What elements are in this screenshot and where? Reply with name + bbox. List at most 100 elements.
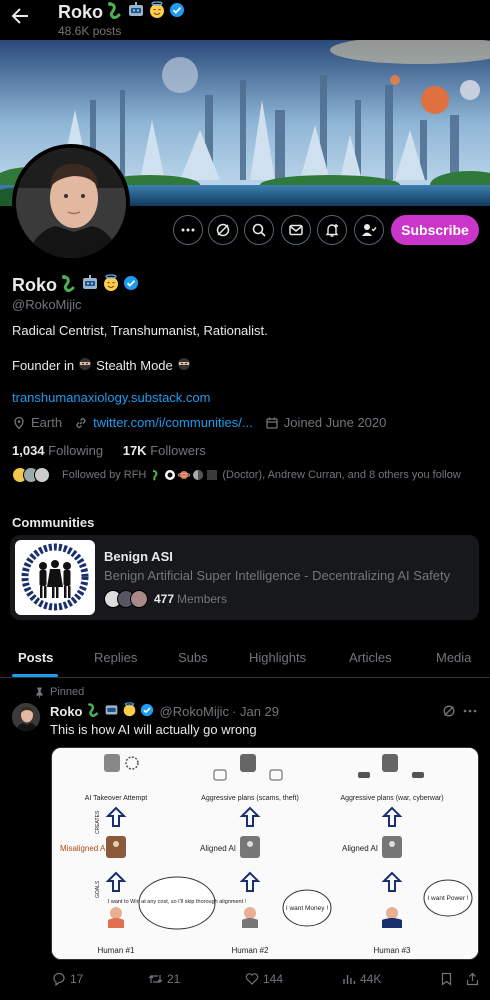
repost-count: 21 [167,972,181,986]
back-arrow-icon[interactable] [8,4,32,28]
verified-badge-icon [169,2,185,23]
pinned-label-row: Pinned [34,686,84,698]
diagram-human-1: Human #1 [98,946,135,955]
more-options-button[interactable] [173,215,203,245]
grok-icon [443,705,455,717]
followed-by-text: Followed by RFH [62,469,147,481]
verified-badge-icon[interactable] [123,275,139,296]
person-check-icon [362,224,377,236]
community-card[interactable]: Benign ASI Benign Artificial Super Intel… [10,535,479,620]
location-pin-icon [14,416,24,429]
communities-heading: Communities [12,515,95,530]
bookmark-icon [441,972,452,986]
profile-avatar[interactable] [12,144,130,262]
diagram-bubble-2: I want Money ! [286,905,328,912]
follow-button[interactable] [354,215,384,245]
tab-replies[interactable]: Replies [94,650,137,665]
post-date[interactable]: · Jan 29 [232,704,279,719]
ninja-emoji-icon [78,357,92,374]
search-icon [252,223,266,237]
diagram-bubble-3: I want Power ! [427,895,468,902]
followers-link[interactable]: 17K Followers [123,443,206,458]
robot-emoji-icon [127,1,145,24]
heart-icon [245,973,259,985]
ninja-emoji-icon [177,357,191,374]
diagram-top-label-2: Aggressive plans (scams, theft) [201,795,299,802]
diagram-human-2: Human #2 [232,946,269,955]
diagram-human-3: Human #3 [374,946,411,955]
angel-emoji-icon [148,1,166,24]
followers-label: Followers [150,443,206,458]
tab-media[interactable]: Media [436,650,471,665]
profile-meta-row: Earth twitter.com/i/communities/... Join… [12,415,398,430]
following-label: Following [48,443,104,458]
post-author-handle[interactable]: @RokoMijic [160,704,230,719]
follow-stats: 1,034 Following 17K Followers [12,443,206,458]
tab-articles[interactable]: Articles [349,650,392,665]
grok-button[interactable] [208,215,238,245]
following-count: 1,034 [12,443,45,458]
tab-highlights[interactable]: Highlights [249,650,306,665]
views-icon [343,975,356,984]
repost-icon [148,975,163,983]
bio-website-link[interactable]: transhumanaxiology.substack.com [12,390,210,405]
share-icon [466,972,479,986]
profile-handle: @RokoMijic [12,297,82,312]
post-actions: 17 21 144 44K [0,972,490,992]
follower-emoji-icons [150,469,218,481]
more-icon [181,228,195,232]
views-count: 44K [360,972,382,986]
diagram-mid-label-3: Aligned AI [342,844,378,853]
repost-button[interactable]: 21 [148,972,180,986]
bookmark-button[interactable] [440,972,453,986]
snake-emoji-icon [106,1,124,24]
angel-emoji-icon [122,702,137,720]
reply-button[interactable]: 17 [52,972,83,986]
community-description: Benign Artificial Super Intelligence - D… [104,568,451,583]
joined-item: Joined June 2020 [265,415,387,430]
diagram-bubble-1: I want to Win at any cost, so I'll skip … [108,899,247,905]
followers-count: 17K [122,443,147,458]
snake-emoji-icon [60,274,78,297]
post-image[interactable]: AI Takeover Attempt CREATES Misaligned A… [51,747,479,960]
post-header: Roko @RokoMijic · Jan 29 [50,702,279,720]
following-link[interactable]: 1,034 Following [12,443,103,458]
diagram-top-label-3: Aggressive plans (war, cyberwar) [340,795,443,802]
community-image [15,540,95,615]
community-link[interactable]: twitter.com/i/communities/... [93,415,253,430]
like-button[interactable]: 144 [245,972,283,986]
reply-count: 17 [70,972,84,986]
community-name[interactable]: Benign ASI [104,549,173,564]
top-bar: Roko 48.6K posts [0,0,490,40]
tab-posts[interactable]: Posts [18,650,53,665]
message-button[interactable] [281,215,311,245]
bio-line-1: Radical Centrist, Transhumanist, Rationa… [12,323,268,338]
robot-emoji-icon [104,702,119,720]
joined-text: Joined June 2020 [283,415,387,430]
pinned-label: Pinned [50,686,85,698]
location-item: Earth [12,415,62,430]
grok-post-button[interactable] [442,704,456,723]
views-button[interactable]: 44K [342,972,381,986]
follower-avatar [34,467,50,483]
tab-subs[interactable]: Subs [178,650,208,665]
notifications-button[interactable] [317,215,347,245]
diagram-goals-label: GOALS [95,880,101,898]
profile-name: Roko [12,275,57,295]
subscribe-button[interactable]: Subscribe [391,215,479,245]
bio-founder-text: Founder in [12,358,75,373]
angel-emoji-icon [102,274,120,297]
link-item[interactable]: twitter.com/i/communities/... [74,415,253,430]
search-button[interactable] [244,215,274,245]
followed-by-row[interactable]: Followed by RFH (Doctor), Andrew Curran,… [12,465,461,485]
members-label: Members [177,592,228,606]
post-author-avatar[interactable] [12,703,40,731]
post-more-button[interactable] [462,703,478,724]
post-author-name[interactable]: Roko [50,704,83,719]
share-button[interactable] [466,972,479,986]
bio-line-2: Founder in Stealth Mode [12,357,191,374]
calendar-icon [266,417,278,429]
posts-count: 48.6K posts [58,24,122,38]
profile-name-row: Roko [12,274,139,297]
verified-badge-icon [140,703,154,720]
